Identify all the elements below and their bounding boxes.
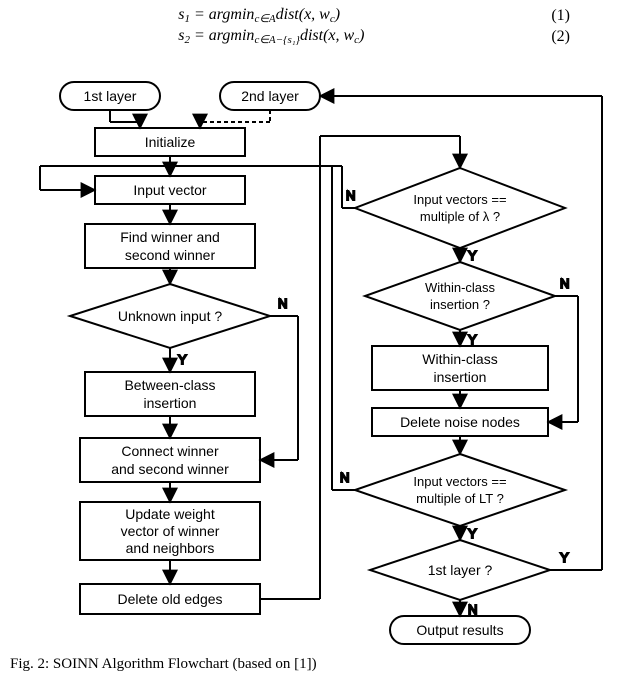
svg-text:N: N xyxy=(560,276,569,291)
svg-text:second winner: second winner xyxy=(125,247,216,263)
node-between-class-insertion: Between-class insertion xyxy=(85,372,255,416)
svg-text:insertion ?: insertion ? xyxy=(430,297,490,312)
node-multiple-of-lt: Input vectors == multiple of LT ? xyxy=(355,454,565,526)
svg-text:Y: Y xyxy=(468,332,477,347)
figure-caption: Fig. 2: SOINN Algorithm Flowchart (based… xyxy=(10,656,630,673)
node-within-class-question: Within-class insertion ? xyxy=(365,262,555,330)
equations-block: s1 = argminc∈Adist(x, wc) (1) s2 = argmi… xyxy=(70,6,570,46)
svg-text:Y: Y xyxy=(468,248,477,263)
svg-text:insertion: insertion xyxy=(144,395,197,411)
flowchart: 1st layer 2nd layer Initialize Input vec… xyxy=(20,76,620,650)
node-second-layer: 2nd layer xyxy=(220,82,320,110)
svg-text:N: N xyxy=(340,470,349,485)
node-output-results: Output results xyxy=(390,616,530,644)
node-unknown-input: Unknown input ? xyxy=(70,284,270,348)
node-input-vector: Input vector xyxy=(95,176,245,204)
node-delete-old-edges: Delete old edges xyxy=(80,584,260,614)
svg-text:Y: Y xyxy=(178,352,187,367)
svg-text:Delete noise nodes: Delete noise nodes xyxy=(400,414,520,430)
node-first-layer: 1st layer xyxy=(60,82,160,110)
node-find-winner: Find winner and second winner xyxy=(85,224,255,268)
svg-text:and second winner: and second winner xyxy=(111,461,229,477)
equation-number-2: (2) xyxy=(510,28,570,46)
equation-1: s1 = argminc∈Adist(x, wc) (1) xyxy=(70,6,570,25)
svg-text:and neighbors: and neighbors xyxy=(126,540,215,556)
svg-text:Within-class: Within-class xyxy=(425,280,496,295)
node-delete-noise: Delete noise nodes xyxy=(372,408,548,436)
svg-text:2nd layer: 2nd layer xyxy=(241,88,299,104)
svg-text:Update weight: Update weight xyxy=(125,506,215,522)
svg-text:Input vectors ==: Input vectors == xyxy=(413,474,506,489)
svg-text:insertion: insertion xyxy=(434,369,487,385)
node-update-weight: Update weight vector of winner and neigh… xyxy=(80,502,260,560)
svg-text:Between-class: Between-class xyxy=(124,377,215,393)
svg-text:Delete old edges: Delete old edges xyxy=(117,591,222,607)
svg-text:Output results: Output results xyxy=(416,622,503,638)
svg-text:1st layer: 1st layer xyxy=(84,88,137,104)
svg-text:1st layer ?: 1st layer ? xyxy=(428,562,493,578)
svg-text:Y: Y xyxy=(560,550,569,565)
node-within-class-insertion: Within-class insertion xyxy=(372,346,548,390)
node-multiple-of-lambda: Input vectors == multiple of λ ? xyxy=(355,168,565,248)
equation-2: s2 = argminc∈A−{s₁}dist(x, wc) (2) xyxy=(70,27,570,46)
node-initialize: Initialize xyxy=(95,128,245,156)
svg-text:N: N xyxy=(468,602,477,617)
svg-text:multiple of LT ?: multiple of LT ? xyxy=(416,491,504,506)
svg-text:multiple of λ ?: multiple of λ ? xyxy=(420,209,500,224)
svg-text:Initialize: Initialize xyxy=(145,134,196,150)
svg-text:Y: Y xyxy=(468,526,477,541)
svg-text:Find winner and: Find winner and xyxy=(120,229,220,245)
svg-text:Unknown input ?: Unknown input ? xyxy=(118,308,223,324)
svg-text:N: N xyxy=(346,188,355,203)
svg-text:Input vectors ==: Input vectors == xyxy=(413,192,506,207)
svg-text:vector of winner: vector of winner xyxy=(121,523,220,539)
svg-text:N: N xyxy=(278,296,287,311)
svg-text:Within-class: Within-class xyxy=(422,351,497,367)
node-first-layer-question: 1st layer ? xyxy=(370,540,550,600)
svg-text:Input vector: Input vector xyxy=(133,182,206,198)
svg-text:Connect winner: Connect winner xyxy=(121,443,219,459)
node-connect-winner: Connect winner and second winner xyxy=(80,438,260,482)
equation-number-1: (1) xyxy=(510,7,570,25)
